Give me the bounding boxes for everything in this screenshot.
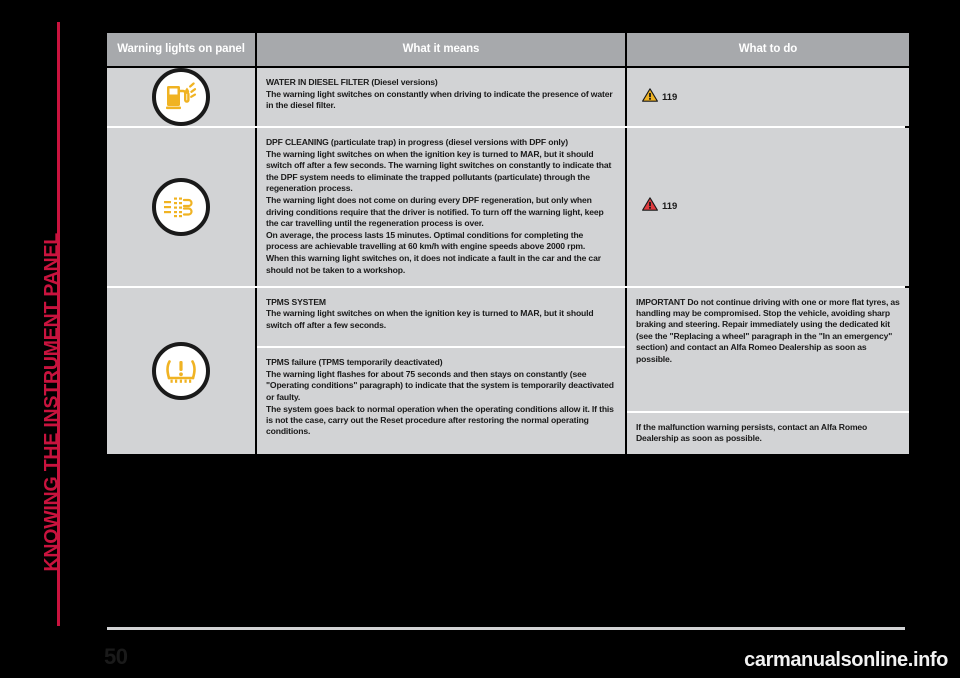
means-paragraph: The warning light does not come on durin… <box>266 195 604 228</box>
page-number: 50 <box>104 644 128 669</box>
reference-page-number: 119 <box>662 201 678 213</box>
todo-paragraph: IMPORTANT Do not continue driving with o… <box>636 296 900 364</box>
means-paragraph: On average, the process lasts 15 minutes… <box>266 229 586 252</box>
means-paragraph: The system goes back to normal operation… <box>266 403 614 437</box>
means-title: TPMS SYSTEM <box>266 296 326 307</box>
table-row: DPF CLEANING (particulate trap) in progr… <box>107 128 909 286</box>
warning-light-cell <box>107 287 255 454</box>
warning-light-cell <box>107 128 255 286</box>
warning-light-cell <box>107 68 255 126</box>
table-row: WATER IN DIESEL FILTER (Diesel versions)… <box>107 68 909 126</box>
column-header-warning-lights: Warning lights on panel <box>107 33 255 66</box>
warning-triangle-yellow-icon <box>642 87 658 107</box>
table-row: TPMS SYSTEM The warning light switches o… <box>107 287 909 454</box>
cross-reference: 119 <box>636 197 677 216</box>
dpf-particulate-filter-icon <box>152 177 210 236</box>
warning-lights-table: Warning lights on panel What it means Wh… <box>107 33 909 454</box>
what-it-means-stack: TPMS SYSTEM The warning light switches o… <box>257 287 625 454</box>
chapter-accent-rule <box>57 22 60 626</box>
means-text: TPMS SYSTEM The warning light switches o… <box>266 297 616 332</box>
what-to-do-cell: If the malfunction warning persists, con… <box>627 412 909 454</box>
what-it-means-cell: DPF CLEANING (particulate trap) in progr… <box>257 128 625 286</box>
what-to-do-stack: IMPORTANT Do not continue driving with o… <box>627 287 909 454</box>
what-to-do-cell: 119 <box>627 128 909 286</box>
means-title: DPF CLEANING (particulate trap) in progr… <box>266 137 568 147</box>
todo-text: If the malfunction warning persists, con… <box>636 422 900 445</box>
means-text: WATER IN DIESEL FILTER (Diesel versions)… <box>266 77 616 112</box>
what-it-means-cell: TPMS SYSTEM The warning light switches o… <box>257 287 625 346</box>
reference-page-number: 119 <box>662 91 678 103</box>
watermark: carmanualsonline.info <box>744 649 948 671</box>
means-paragraph: When this warning light switches on, it … <box>266 253 601 275</box>
means-paragraph: The warning light flashes for about 75 s… <box>266 368 614 402</box>
what-it-means-cell: WATER IN DIESEL FILTER (Diesel versions)… <box>257 68 625 126</box>
todo-text: IMPORTANT Do not continue driving with o… <box>636 297 900 366</box>
chapter-title: KNOWING THE INSTRUMENT PANEL <box>40 232 63 572</box>
what-it-means-cell: TPMS failure (TPMS temporarily deactivat… <box>257 347 625 448</box>
what-to-do-cell: IMPORTANT Do not continue driving with o… <box>627 287 909 411</box>
manual-page: KNOWING THE INSTRUMENT PANEL Warning lig… <box>0 0 960 678</box>
means-paragraph: The warning light switches on when the i… <box>266 148 612 194</box>
warning-triangle-red-icon <box>642 197 658 216</box>
todo-paragraph: If the malfunction warning persists, con… <box>636 421 868 443</box>
column-header-what-to-do: What to do <box>627 33 909 66</box>
cross-reference: 119 <box>636 87 678 107</box>
means-title: WATER IN DIESEL FILTER (Diesel versions) <box>266 77 438 87</box>
what-to-do-cell: 119 <box>627 68 909 126</box>
means-paragraph: The warning light switches on when the i… <box>266 308 594 330</box>
tpms-tire-pressure-icon <box>152 341 210 400</box>
column-header-what-it-means: What it means <box>257 33 625 66</box>
means-text: DPF CLEANING (particulate trap) in progr… <box>266 137 616 276</box>
chapter-title-container: KNOWING THE INSTRUMENT PANEL <box>10 0 63 678</box>
means-title: TPMS failure (TPMS temporarily deactivat… <box>266 356 443 367</box>
means-paragraph: The warning light switches on constantly… <box>266 88 613 111</box>
means-text: TPMS failure (TPMS temporarily deactivat… <box>266 357 616 438</box>
footer-rule <box>107 627 905 630</box>
fuel-pump-water-icon <box>152 68 210 126</box>
table-header-row: Warning lights on panel What it means Wh… <box>107 33 909 66</box>
